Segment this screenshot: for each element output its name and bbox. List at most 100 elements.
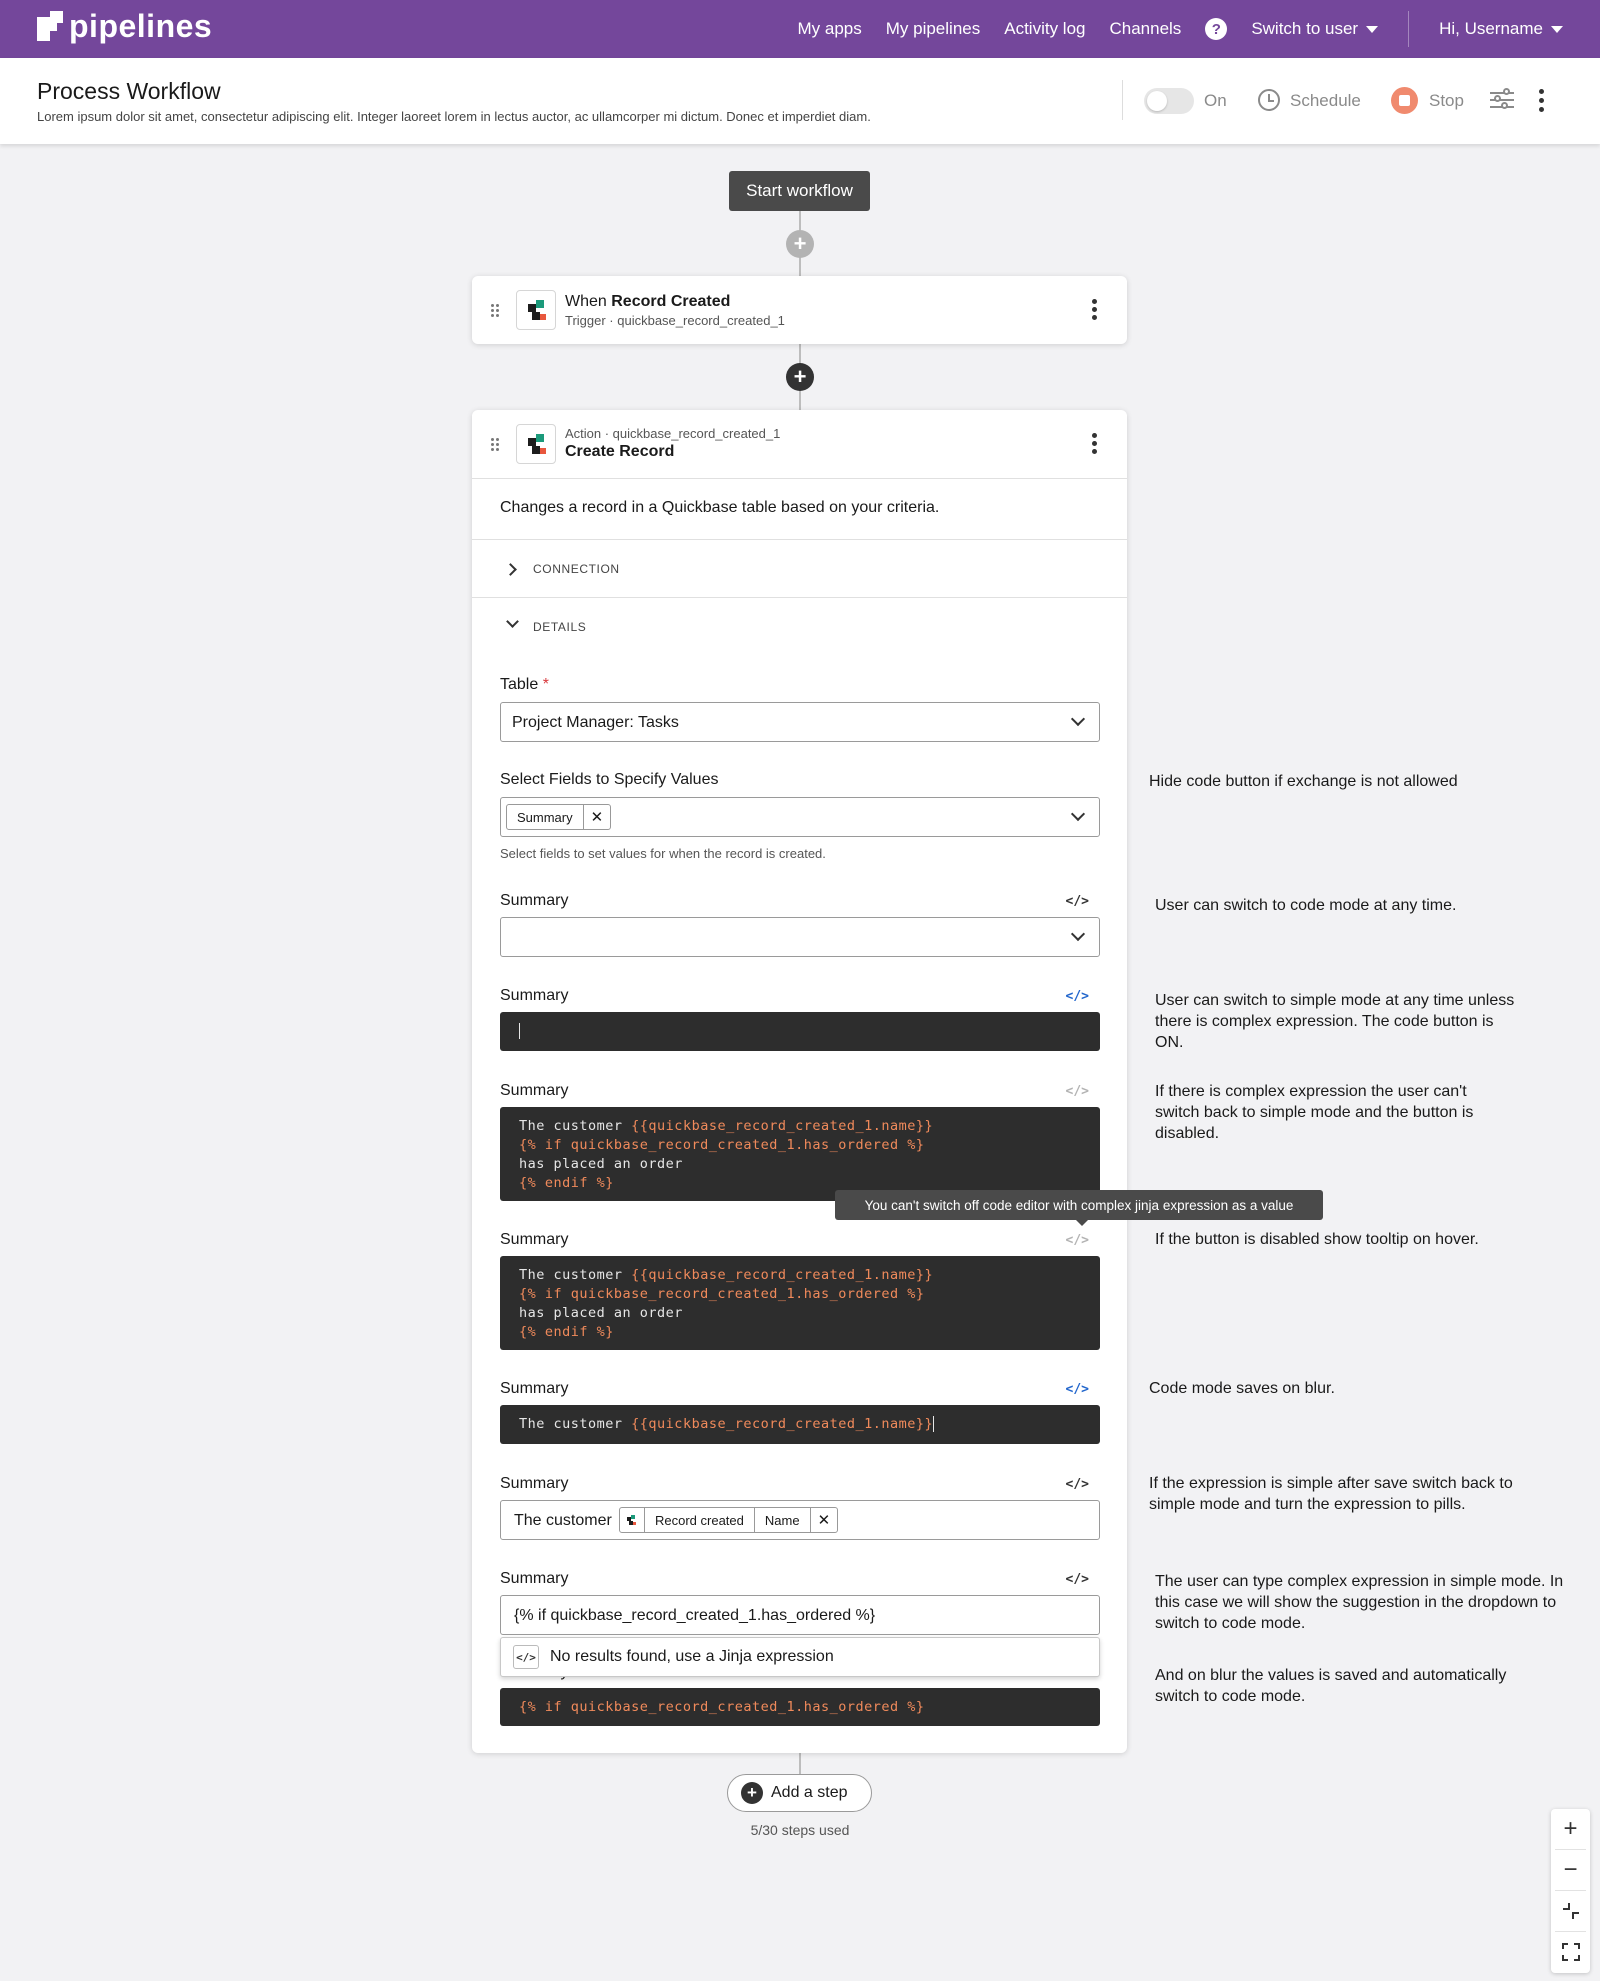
fullscreen-icon[interactable] xyxy=(1551,1932,1590,1972)
add-step-plus-icon[interactable]: + xyxy=(786,363,814,391)
table-select[interactable]: Project Manager: Tasks xyxy=(500,702,1100,742)
summary-label: Summary xyxy=(500,987,569,1004)
zoom-controls: + − xyxy=(1551,1809,1590,1973)
details-section-toggle[interactable]: DETAILS xyxy=(472,598,1127,656)
field-chip-label: Summary xyxy=(507,805,584,829)
fields-select-label: Select Fields to Specify Values xyxy=(500,771,719,788)
code-icon[interactable]: </> xyxy=(1066,1233,1089,1248)
fields-multiselect[interactable]: Summary ✕ xyxy=(500,797,1100,837)
details-section-label: DETAILS xyxy=(533,620,587,634)
annotation-note: User can switch to code mode at any time… xyxy=(1155,897,1457,914)
code-text: The customer xyxy=(519,1118,632,1134)
annotation-note: If there is complex expression the user … xyxy=(1155,1083,1474,1142)
code-text: The customer xyxy=(519,1267,632,1283)
code-line: {% endif %} xyxy=(519,1324,614,1340)
annotation-note: The user can type complex expression in … xyxy=(1155,1573,1564,1632)
nav-links: My apps My pipelines Activity log Channe… xyxy=(797,0,1600,58)
table-label-text: Table xyxy=(500,676,539,693)
chevron-down-icon xyxy=(1070,806,1086,822)
code-line: The customer {{quickbase_record_created_… xyxy=(519,1266,1081,1285)
connector-line xyxy=(799,1752,801,1774)
summary-code-editor[interactable]: The customer {{quickbase_record_created_… xyxy=(500,1405,1100,1444)
brand-name: pipelines xyxy=(69,8,213,44)
summary-code-editor[interactable] xyxy=(500,1012,1100,1051)
switch-user-label: Switch to user xyxy=(1251,19,1359,38)
code-icon[interactable]: </> xyxy=(1066,1477,1089,1492)
summary-label: Summary xyxy=(500,1231,569,1248)
clock-icon[interactable] xyxy=(1258,89,1280,111)
user-greeting: Hi, Username xyxy=(1439,19,1543,38)
connection-section-label: CONNECTION xyxy=(533,562,620,576)
code-icon: </> xyxy=(513,1645,539,1669)
sliders-icon[interactable] xyxy=(1490,88,1514,111)
stop-icon[interactable] xyxy=(1391,87,1418,114)
zoom-out-icon[interactable]: − xyxy=(1551,1850,1590,1890)
stop-button[interactable]: Stop xyxy=(1429,91,1464,111)
more-vertical-icon[interactable] xyxy=(1092,433,1098,457)
code-token: {{quickbase_record_created_1.name}} xyxy=(631,1267,934,1283)
fields-help-text: Select fields to set values for when the… xyxy=(500,846,826,861)
action-step-card: Action · quickbase_record_created_1 Crea… xyxy=(472,410,1127,1753)
annotation-note: If the expression is simple after save s… xyxy=(1149,1475,1513,1513)
code-icon[interactable]: </> xyxy=(1066,989,1089,1004)
nav-divider xyxy=(1408,11,1410,47)
nav-activity-log[interactable]: Activity log xyxy=(1004,19,1085,39)
switch-user-menu[interactable]: Switch to user xyxy=(1251,19,1379,39)
summary-code-editor[interactable]: {% if quickbase_record_created_1.has_ord… xyxy=(500,1688,1100,1726)
nav-channels[interactable]: Channels xyxy=(1109,19,1181,39)
trigger-prefix: When xyxy=(565,293,612,310)
suggestion-text: No results found, use a Jinja expression xyxy=(550,1648,834,1665)
summary-code-editor[interactable]: The customer {{quickbase_record_created_… xyxy=(500,1256,1100,1350)
summary-simple-select[interactable] xyxy=(500,917,1100,957)
annotation-note: User can switch to simple mode at any ti… xyxy=(1155,992,1515,1051)
more-vertical-icon[interactable] xyxy=(1539,89,1545,113)
trigger-step-card[interactable]: When Record Created Trigger · quickbase_… xyxy=(472,276,1127,344)
jinja-suggestion-dropdown[interactable]: </> No results found, use a Jinja expres… xyxy=(500,1637,1100,1677)
connection-section-toggle[interactable]: CONNECTION xyxy=(472,540,1127,598)
summary-input-value: {% if quickbase_record_created_1.has_ord… xyxy=(514,1607,876,1624)
summary-label: Summary xyxy=(500,1475,569,1492)
trigger-name: Record Created xyxy=(611,293,731,310)
schedule-button[interactable]: Schedule xyxy=(1290,91,1361,111)
zoom-in-icon[interactable]: + xyxy=(1551,1809,1590,1849)
chevron-right-icon xyxy=(504,563,517,576)
summary-label: Summary xyxy=(500,1570,569,1587)
close-icon[interactable]: ✕ xyxy=(584,805,611,829)
summary-simple-input[interactable]: {% if quickbase_record_created_1.has_ord… xyxy=(500,1595,1100,1635)
add-step-plus-icon[interactable]: + xyxy=(786,230,814,258)
chevron-down-icon xyxy=(1070,711,1086,727)
summary-pill-input[interactable]: The customer Record created Name ✕ xyxy=(500,1500,1100,1540)
user-menu[interactable]: Hi, Username xyxy=(1439,19,1563,39)
drag-handle-icon[interactable] xyxy=(491,304,501,318)
start-workflow-node[interactable]: Start workflow xyxy=(729,171,870,211)
code-token: {{quickbase_record_created_1.name}} xyxy=(631,1416,934,1432)
nav-my-apps[interactable]: My apps xyxy=(797,19,861,39)
code-icon[interactable]: </> xyxy=(1066,1084,1089,1099)
annotation-note: If the button is disabled show tooltip o… xyxy=(1155,1231,1479,1248)
text-cursor xyxy=(519,1023,520,1039)
nav-my-pipelines[interactable]: My pipelines xyxy=(886,19,981,39)
more-vertical-icon[interactable] xyxy=(1092,299,1098,323)
code-icon[interactable]: </> xyxy=(1066,1382,1089,1397)
steps-used-counter: 5/30 steps used xyxy=(750,1822,850,1838)
add-step-button[interactable]: + Add a step xyxy=(727,1774,872,1812)
help-icon[interactable]: ? xyxy=(1205,18,1228,40)
text-cursor xyxy=(933,1416,935,1432)
summary-code-editor[interactable]: The customer {{quickbase_record_created_… xyxy=(500,1107,1100,1201)
code-line: has placed an order xyxy=(519,1156,683,1172)
pipeline-toggle[interactable] xyxy=(1144,88,1194,114)
code-icon[interactable]: </> xyxy=(1066,1572,1089,1587)
page-description: Lorem ipsum dolor sit amet, consectetur … xyxy=(37,109,871,124)
code-line: {% if quickbase_record_created_1.has_ord… xyxy=(519,1137,925,1153)
fit-icon[interactable] xyxy=(1551,1891,1590,1931)
code-icon[interactable]: </> xyxy=(1066,894,1089,909)
drag-handle-icon[interactable] xyxy=(491,438,501,452)
page-title: Process Workflow xyxy=(37,78,221,104)
action-title: Create Record xyxy=(565,443,675,460)
pipelines-logo[interactable]: pipelines xyxy=(37,8,213,44)
chevron-down-icon xyxy=(1551,26,1563,34)
pipelines-logo-icon xyxy=(37,11,63,41)
table-select-value: Project Manager: Tasks xyxy=(512,714,679,731)
close-icon[interactable]: ✕ xyxy=(811,1508,838,1532)
header-divider xyxy=(1122,80,1123,120)
